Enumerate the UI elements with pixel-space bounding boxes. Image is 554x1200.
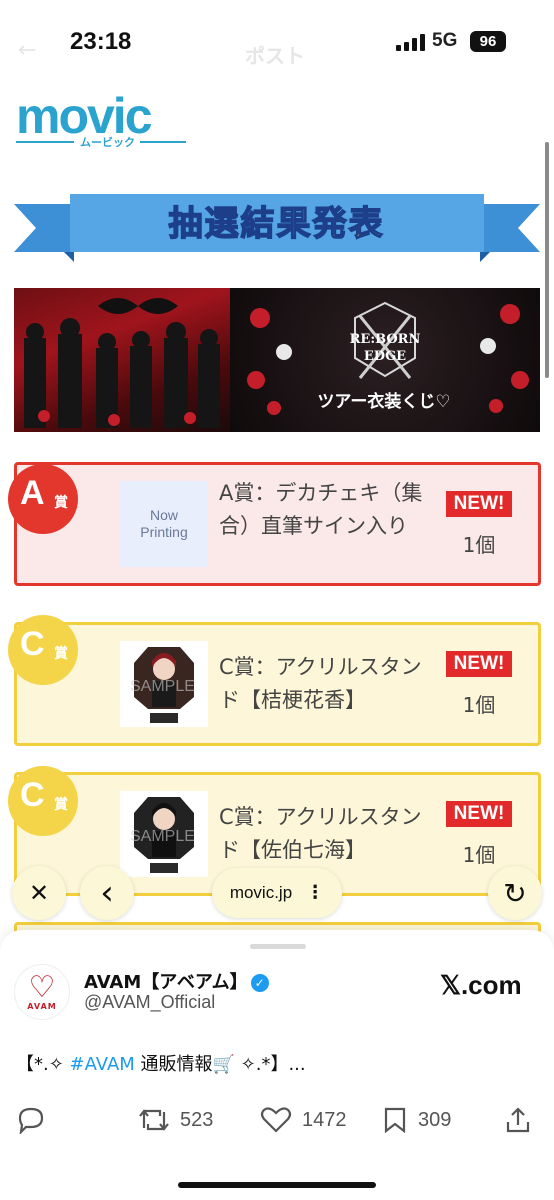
logo-kana: ムービック (80, 136, 135, 149)
status-bar: ← ポスト 23:18 5G 96 (0, 0, 554, 80)
grade-letter: A (20, 474, 45, 512)
post-text-prefix: 【*.✧ (16, 1054, 70, 1075)
grade-a-badge: A 賞 (8, 464, 78, 534)
prize-description: C賞：アクリルスタンド【桔梗花香】 (219, 655, 422, 712)
prize-card-a[interactable]: Now Printing A賞：デカチェキ（集合）直筆サイン入り NEW! 1個 (14, 462, 541, 586)
reload-button[interactable]: ↻ (488, 866, 542, 920)
battery-indicator: 96 (470, 31, 506, 52)
logo-word: movic (16, 88, 153, 144)
grade-letter: C (20, 776, 45, 814)
reload-icon: ↻ (503, 876, 527, 910)
prize-card-c-kikyou[interactable]: SAMPLE C賞：アクリルスタンド【桔梗花香】 NEW! 1個 (14, 622, 541, 746)
grade-suffix: 賞 (54, 495, 68, 511)
heart-logo-icon: ♡ (28, 969, 56, 1005)
back-button[interactable]: ‹ (80, 866, 134, 920)
share-button[interactable] (504, 1102, 532, 1138)
svg-text:EDGE: EDGE (364, 349, 406, 364)
status-time: 23:18 (70, 28, 132, 55)
bookmark-icon (384, 1107, 406, 1134)
svg-text:SAMPLE: SAMPLE (130, 828, 195, 845)
prize-description: A賞：デカチェキ（集合）直筆サイン入り (219, 481, 423, 538)
grade-letter: C (20, 625, 45, 663)
back-arrow-icon: ← (18, 38, 37, 63)
post-text[interactable]: 【*.✧ #AVAM 通販情報🛒 ✧.*】... (16, 1050, 306, 1076)
results-banner: 抽選結果発表 (14, 190, 540, 270)
bookmark-button[interactable]: 309 (382, 1102, 451, 1138)
grade-c-badge: C 賞 (8, 615, 78, 685)
grade-c-badge: C 賞 (8, 766, 78, 836)
acrylic-stand-thumb: SAMPLE (120, 791, 208, 877)
bookmark-count: 309 (418, 1108, 452, 1131)
author-name[interactable]: AVAM【アベアム】 ✓ (84, 968, 269, 994)
signal-icon (396, 33, 425, 51)
network-type: 5G (432, 30, 458, 51)
group-photo (14, 288, 230, 432)
url-pill[interactable]: movic.jp ⋮ (212, 868, 342, 918)
hashtag-link[interactable]: #AVAM (70, 1054, 135, 1075)
grade-suffix: 賞 (54, 797, 68, 813)
prize-description: C賞：アクリルスタンド【佐伯七海】 (219, 805, 422, 862)
prize-quantity: 1個 (462, 693, 496, 717)
hero-caption: ツアー衣装くじ♡ (317, 392, 451, 412)
new-badge: NEW! (446, 801, 512, 827)
like-button[interactable]: 1472 (260, 1102, 347, 1138)
post-sheet: ♡ AVAM AVAM【アベアム】 ✓ @AVAM_Official 𝕏.com … (0, 930, 554, 1200)
chevron-left-icon: ‹ (100, 873, 114, 913)
now-printing-thumb: Now Printing (120, 481, 208, 567)
grade-suffix: 賞 (54, 646, 68, 662)
repost-count: 523 (180, 1108, 214, 1131)
post-actions: 523 1472 309 (16, 1102, 536, 1138)
prize-quantity: 1個 (462, 533, 496, 557)
share-icon (506, 1107, 530, 1133)
movic-logo[interactable]: movic ムービック (16, 88, 188, 152)
new-badge: NEW! (446, 651, 512, 677)
thumb-text: Now Printing (140, 507, 188, 540)
repost-icon (139, 1109, 169, 1131)
svg-text:RE:BORN: RE:BORN (350, 332, 421, 347)
close-button[interactable]: ✕ (12, 866, 66, 920)
acrylic-stand-thumb: SAMPLE (120, 641, 208, 727)
verified-badge-icon: ✓ (250, 974, 269, 992)
post-text-suffix: 通販情報🛒 ✧.*】... (134, 1054, 306, 1075)
home-indicator (178, 1182, 376, 1188)
svg-text:SAMPLE: SAMPLE (130, 678, 195, 695)
reply-button[interactable] (16, 1102, 56, 1138)
heart-icon (260, 1107, 292, 1133)
author-name-text: AVAM【アベアム】 (84, 972, 248, 993)
more-icon[interactable]: ⋮ (306, 884, 324, 902)
sheet-grabber[interactable] (250, 944, 306, 949)
like-count: 1472 (302, 1108, 347, 1131)
close-icon: ✕ (28, 879, 50, 907)
author-handle[interactable]: @AVAM_Official (84, 992, 215, 1013)
repost-button[interactable]: 523 (138, 1102, 213, 1138)
reply-icon (18, 1107, 44, 1134)
prize-quantity: 1個 (462, 843, 496, 867)
tour-costume-lottery-image[interactable]: RE:BORN EDGE ツアー衣装くじ♡ (14, 288, 540, 432)
x-site-label[interactable]: 𝕏.com (440, 970, 522, 1001)
page-scrollbar[interactable] (545, 142, 549, 378)
avatar[interactable]: ♡ AVAM (14, 964, 70, 1020)
ghost-title: ポスト (245, 44, 305, 68)
new-badge: NEW! (446, 491, 512, 517)
avatar-tag: AVAM (27, 1001, 57, 1011)
url-text: movic.jp (229, 883, 293, 902)
banner-title: 抽選結果発表 (168, 203, 385, 245)
